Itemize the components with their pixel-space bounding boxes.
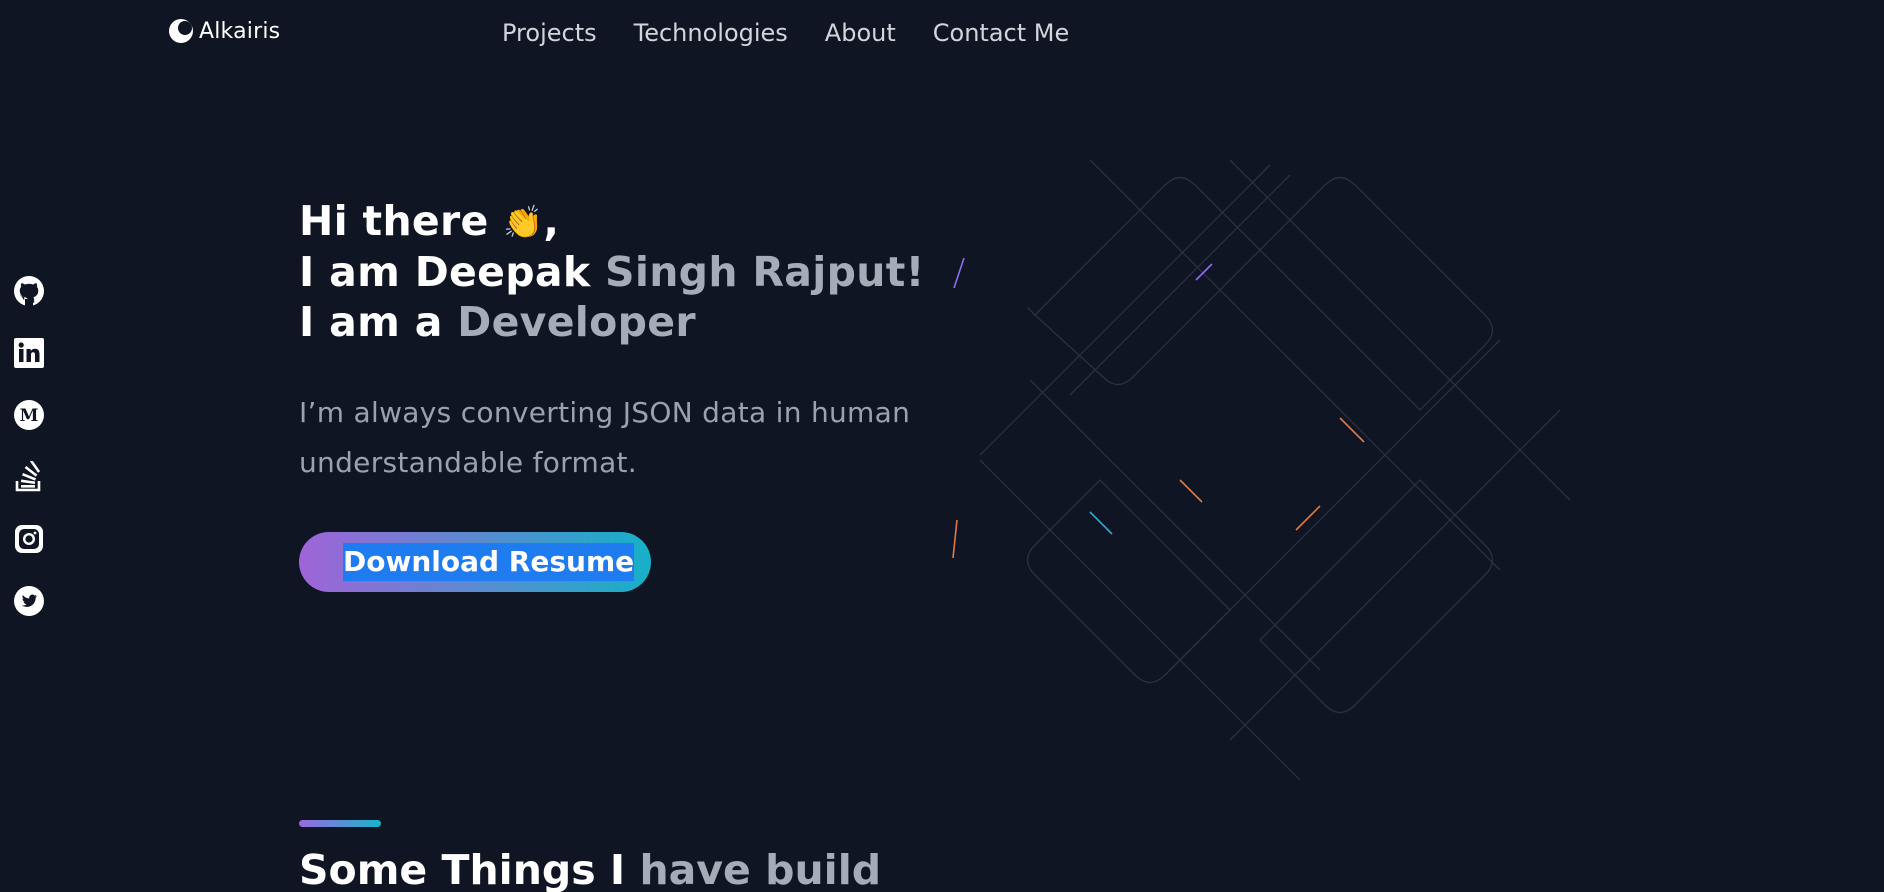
- main-nav: Projects Technologies About Contact Me: [502, 17, 1069, 49]
- section-title-start: Some Things I: [299, 846, 640, 892]
- nav-contact[interactable]: Contact Me: [933, 17, 1069, 49]
- hero-role: Developer: [457, 298, 696, 346]
- brand-logo[interactable]: Alkairis: [167, 16, 280, 46]
- download-resume-button[interactable]: Download Resume: [299, 532, 651, 592]
- background-lines-graphic: [952, 159, 1571, 780]
- instagram-icon[interactable]: [13, 523, 45, 555]
- nav-about[interactable]: About: [825, 17, 896, 49]
- hero-last-name: Singh Rajput!: [590, 248, 925, 296]
- brand-name: Alkairis: [199, 18, 281, 44]
- svg-text:M: M: [20, 406, 39, 426]
- nav-technologies[interactable]: Technologies: [634, 17, 788, 49]
- hero-comma: ,: [543, 197, 560, 245]
- hero-line-3: I am a Developer: [299, 297, 925, 347]
- section-title: Some Things I have build: [299, 846, 881, 892]
- clapping-hands-icon: 👏: [503, 203, 544, 241]
- crescent-logo-icon: [169, 19, 193, 43]
- linkedin-icon[interactable]: [13, 337, 45, 369]
- hero-first-name: Deepak: [414, 248, 591, 296]
- github-icon[interactable]: [13, 275, 45, 307]
- hero-description: I’m always converting JSON data in human…: [299, 396, 911, 479]
- hero-greeting: Hi there: [299, 197, 489, 245]
- hero-heading: Hi there 👏, I am Deepak Singh Rajput! I …: [299, 196, 925, 347]
- hero-iam: I am: [299, 248, 415, 296]
- nav-projects[interactable]: Projects: [502, 17, 597, 49]
- hero-iama: I am a: [299, 298, 458, 346]
- medium-icon[interactable]: M: [13, 399, 45, 431]
- download-resume-label: Download Resume: [343, 543, 635, 581]
- twitter-icon[interactable]: [13, 585, 45, 617]
- hero-line-1: Hi there 👏,: [299, 196, 925, 247]
- stackoverflow-icon[interactable]: [13, 461, 45, 493]
- hero-line-2: I am Deepak Singh Rajput!: [299, 247, 925, 297]
- social-sidebar: M: [13, 275, 45, 617]
- section-accent-bar: [299, 820, 381, 827]
- section-title-end: have build: [639, 846, 882, 892]
